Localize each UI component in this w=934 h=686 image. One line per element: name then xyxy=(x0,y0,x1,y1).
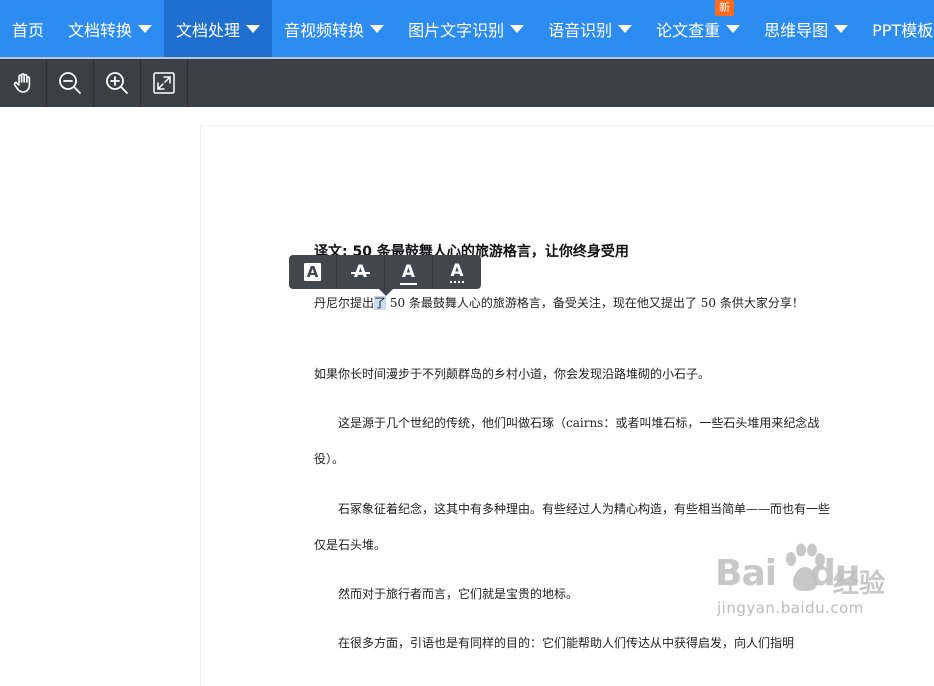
nav-item-speech[interactable]: 语音识别 xyxy=(536,0,644,57)
nav-item-av-convert[interactable]: 音视频转换 xyxy=(272,0,396,57)
watermark-url: jingyan.baidu.com xyxy=(717,599,864,617)
paragraph-6: 在很多方面，引语也是有同样的目的：它们能帮助人们传达从中获得启发，向人们指明 xyxy=(314,636,795,650)
nav-item-mindmap[interactable]: 思维导图 xyxy=(752,0,860,57)
caret-down-icon xyxy=(618,24,633,33)
caret-down-icon xyxy=(138,24,153,33)
underline-text-icon: A xyxy=(399,262,418,285)
nav-item-label: 思维导图 xyxy=(764,20,829,40)
selected-text[interactable]: 了 xyxy=(374,296,387,310)
caret-down-icon xyxy=(510,24,525,33)
squiggly-underline-text-icon: A xyxy=(450,261,464,283)
caret-down-icon xyxy=(834,24,849,33)
nav-item-doc-process[interactable]: 文档处理 xyxy=(164,0,273,57)
caret-down-icon xyxy=(246,24,261,33)
strikethrough-button[interactable]: A xyxy=(337,255,385,289)
hand-tool-button[interactable] xyxy=(0,59,47,107)
fit-screen-button[interactable] xyxy=(141,59,188,107)
caret-down-icon xyxy=(370,24,385,33)
watermark-cn-text: 经验 xyxy=(833,569,886,599)
text-annotation-toolbar: A A A A xyxy=(289,255,481,296)
zoom-in-button[interactable] xyxy=(94,59,141,107)
nav-item-label: PPT模板 xyxy=(872,20,934,40)
zoom-out-button[interactable] xyxy=(47,59,94,107)
new-badge: 新 xyxy=(715,0,735,16)
nav-item-label: 语音识别 xyxy=(548,20,613,40)
zoom-out-icon xyxy=(59,72,81,94)
nav-item-label: 图片文字识别 xyxy=(408,20,505,40)
underline-button[interactable]: A xyxy=(385,255,433,289)
nav-item-plagiarism[interactable]: 论文查重 新 xyxy=(644,0,752,57)
nav-item-label: 论文查重 xyxy=(656,20,721,40)
nav-item-label: 音视频转换 xyxy=(284,20,365,40)
caret-down-icon xyxy=(726,24,741,33)
paragraph-3: 这是源于几个世纪的传统，他们叫做石琢（cairns：或者叫堆石标，一些石头堆用来… xyxy=(314,416,820,466)
top-nav: 首页 文档转换 文档处理 音视频转换 图片文字识别 语音识别 论文查重 新 思维导… xyxy=(0,0,934,57)
paragraph-text: 50 条最鼓舞人心的旅游格言，备受关注，现在他又提出了 50 条供大家分享！ xyxy=(386,296,804,310)
nav-item-ppt[interactable]: PPT模板 xyxy=(860,0,934,57)
paw-icon xyxy=(786,543,825,591)
fit-screen-icon xyxy=(153,72,175,94)
paragraph-2: 如果你长时间漫步于不列颠群岛的乡村小道，你会发现沿路堆砌的小石子。 xyxy=(314,367,711,381)
nav-item-home[interactable]: 首页 xyxy=(0,0,56,57)
nav-item-label: 首页 xyxy=(12,20,45,40)
paragraph-1: 丹尼尔提出了 50 条最鼓舞人心的旅游格言，备受关注，现在他又提出了 50 条供… xyxy=(314,285,834,321)
paragraph-text: 丹尼尔提出 xyxy=(314,296,375,310)
baidu-jingyan-watermark: Bai du 经验 jingyan.baidu.com xyxy=(715,543,915,628)
nav-item-label: 文档处理 xyxy=(176,20,241,40)
squiggly-button[interactable]: A xyxy=(433,255,481,289)
highlight-button[interactable]: A xyxy=(289,255,337,289)
nav-item-label: 文档转换 xyxy=(68,20,133,40)
zoom-in-icon xyxy=(106,72,128,94)
nav-item-ocr[interactable]: 图片文字识别 xyxy=(396,0,536,57)
highlight-text-icon: A xyxy=(303,263,322,281)
nav-item-doc-convert[interactable]: 文档转换 xyxy=(56,0,164,57)
strikethrough-text-icon: A xyxy=(350,262,371,282)
viewer-toolbar xyxy=(0,59,934,107)
hand-icon xyxy=(13,73,31,93)
